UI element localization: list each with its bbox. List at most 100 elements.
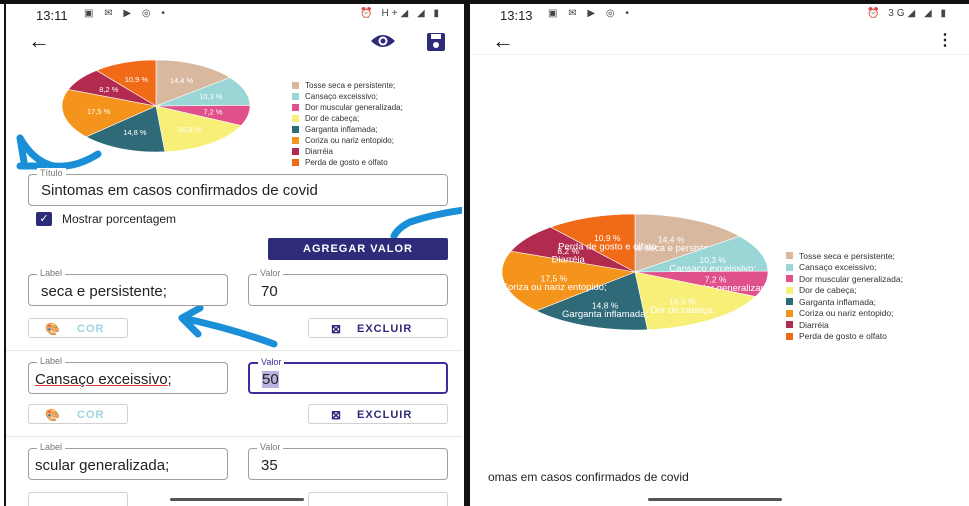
add-value-button[interactable]: AGREGAR VALOR [268,238,448,260]
legend-swatch [786,252,793,260]
save-icon[interactable] [426,32,446,52]
slice-percent-label: 8,2 % [99,85,119,94]
legend-label: Dor de cabeça; [305,114,360,123]
more-options-icon[interactable]: ⋮ [937,33,953,49]
delete-button[interactable] [308,492,448,506]
entry-value-field[interactable]: Valor 35 [248,442,448,480]
entry-value-caption: Valor [257,268,284,278]
legend-label: Dor de cabeça; [799,285,857,296]
chart-legend: Tosse seca e persistente; Cansaço exceiss… [292,80,403,168]
entry-label-field[interactable]: Label scular generalizada; [28,442,228,480]
status-bar: 13:11 ▣ ✉ ▶ ◎ • ⏰ H+◢ ◢ ▮ [6,4,462,26]
entry-label-caption: Label [37,268,66,278]
title-field-label: Título [37,168,66,178]
legend-swatch [786,263,793,271]
slice-percent-label: 7,2 % [203,108,223,117]
slice-name-label: Coriza ou nariz entopido; [501,282,607,293]
legend-item: Dor muscular generalizada; [786,273,903,285]
entry-label-field[interactable]: Label Cansaço exceissivo; [28,356,228,394]
chart-legend: Tosse seca e persistente; Cansaço exceiss… [786,250,903,342]
legend-swatch [786,332,793,340]
status-time: 13:13 [500,8,533,23]
legend-label: Tosse seca e persistente; [305,81,396,90]
status-notification-icons: ▣ ✉ ▶ ◎ • [84,8,169,19]
delete-button-label: EXCLUIR [357,323,413,335]
color-button-label: COR [77,323,105,335]
preview-phone: 13:13 ▣ ✉ ▶ ◎ • ⏰ 3G◢ ◢ ▮ ← ⋮ 14,4 % Toss… [470,4,969,506]
home-indicator[interactable] [170,498,304,501]
entry-label-field[interactable]: Label seca e persistente; [28,268,228,306]
legend-item: Diarréia [292,146,403,157]
legend-swatch [786,275,793,283]
slice-name-label: Dor de cabeça; [650,305,714,316]
entry-label-caption: Label [37,356,66,366]
delete-icon: ⊠ [331,322,343,336]
color-button[interactable]: 🎨 COR [28,404,128,424]
legend-swatch [292,137,299,144]
entry-value-number: 70 [261,283,278,300]
entry-label-value: scular generalizada; [35,457,170,474]
legend-item: Dor muscular generalizada; [292,102,403,113]
color-button[interactable]: 🎨 COR [28,318,128,338]
show-percentage-label: Mostrar porcentagem [62,212,177,226]
editor-phone: 13:11 ▣ ✉ ▶ ◎ • ⏰ H+◢ ◢ ▮ ← 14,4 % 10,3 %… [4,4,462,506]
back-arrow-icon[interactable]: ← [492,30,514,52]
legend-swatch [292,82,299,89]
app-bar: ← [6,26,462,60]
delete-icon: ⊠ [331,408,343,422]
entry-value-field[interactable]: Valor 50 [248,357,448,394]
entry-value-caption: Valor [258,357,285,367]
legend-item: Tosse seca e persistente; [292,80,403,91]
legend-label: Diarréia [305,147,334,156]
legend-label: Tosse seca e persistente; [799,250,895,261]
legend-label: Perda de gosto e olfato [305,158,388,167]
slice-percent-label: 14,8 % [123,128,147,137]
legend-label: Coriza ou nariz entopido; [305,136,394,145]
legend-item: Dor de cabeça; [292,113,403,124]
legend-label: Coriza ou nariz entopido; [799,308,894,319]
entry-value-number: 35 [261,457,278,474]
entry-value-field[interactable]: Valor 70 [248,268,448,306]
entry-separator [6,350,462,351]
back-arrow-icon[interactable]: ← [28,30,50,52]
status-notification-icons: ▣ ✉ ▶ ◎ • [548,8,633,19]
slice-name-label: Garganta inflamada; [562,309,648,320]
show-percentage-checkbox[interactable]: ✓ [36,212,52,226]
chart-title: omas em casos confirmados de covid [488,470,689,484]
legend-item: Cansaço exceissivo; [292,91,403,102]
legend-label: Garganta inflamada; [799,296,877,307]
entry-label-value: Cansaço exceissivo; [35,371,172,388]
screenshot-frame: 13:11 ▣ ✉ ▶ ◎ • ⏰ H+◢ ◢ ▮ ← 14,4 % 10,3 %… [0,0,969,506]
legend-label: Cansaço exceissivo; [305,92,378,101]
legend-item: Coriza ou nariz entopido; [786,308,903,320]
home-indicator[interactable] [648,498,782,501]
legend-swatch [292,115,299,122]
delete-button-label: EXCLUIR [357,409,413,421]
legend-swatch [786,321,793,329]
title-field[interactable]: Título Sintomas em casos confirmados de … [28,168,448,206]
slice-percent-label: 14,4 % [170,76,194,85]
legend-label: Garganta inflamada; [305,125,378,134]
color-button[interactable] [28,492,128,506]
legend-swatch [786,298,793,306]
color-button-label: COR [77,409,105,421]
legend-item: Tosse seca e persistente; [786,250,903,262]
delete-button[interactable]: ⊠ EXCLUIR [308,318,448,338]
status-system-icons: ⏰ 3G◢ ◢ ▮ [866,8,949,19]
delete-button[interactable]: ⊠ EXCLUIR [308,404,448,424]
eye-icon[interactable] [370,30,396,52]
palette-icon: 🎨 [45,408,61,422]
legend-item: Perda de gosto e olfato [786,331,903,343]
legend-swatch [786,309,793,317]
legend-item: Coriza ou nariz entopido; [292,135,403,146]
slice-percent-label: 10,3 % [199,92,223,101]
app-bar-divider [470,54,969,55]
entry-separator [6,436,462,437]
pie-chart: 14,4 %Tosse seca e persistente;10,3 %Can… [501,213,774,331]
title-field-value: Sintomas em casos confirmados de covid [41,182,318,199]
legend-label: Dor muscular generalizada; [799,273,903,284]
legend-item: Dor de cabeça; [786,285,903,297]
legend-swatch [292,126,299,133]
legend-swatch [292,93,299,100]
legend-swatch [786,286,793,294]
